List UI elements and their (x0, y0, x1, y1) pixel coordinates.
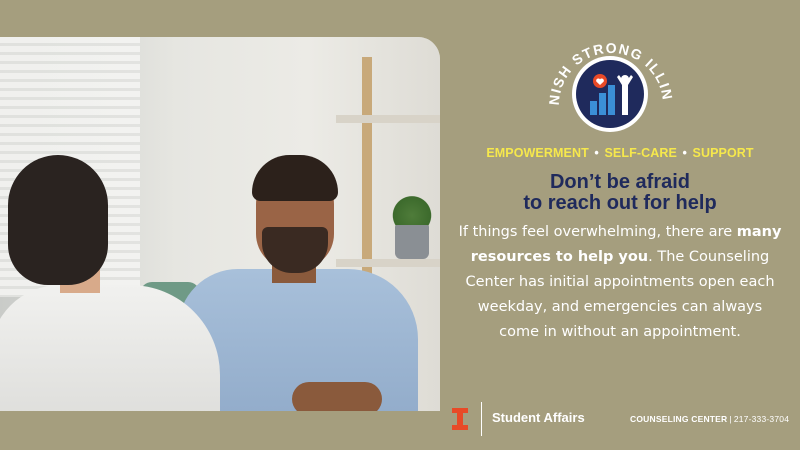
tagline-dot: • (594, 146, 599, 160)
tagline-self-care: SELF-CARE (604, 146, 677, 160)
footer-counseling-contact: COUNSELING CENTER | 217-333-3704 (630, 414, 790, 424)
campaign-logo-icon: #FINISH STRONG ILLINOIS (545, 27, 675, 132)
headline: Don’t be afraid to reach out for help (440, 172, 800, 214)
tagline: EMPOWERMENT • SELF-CARE • SUPPORT (440, 146, 800, 160)
body-text: If things feel overwhelming, there are m… (458, 224, 782, 340)
tagline-support: SUPPORT (692, 146, 754, 160)
counseling-photo (0, 37, 440, 411)
headline-line-2: to reach out for help (523, 192, 717, 214)
illinois-i-icon (452, 408, 468, 430)
tagline-dot: • (682, 146, 687, 160)
footer-dept: COUNSELING CENTER (630, 414, 728, 424)
footer-student-affairs: Student Affairs (492, 410, 585, 425)
tagline-empowerment: EMPOWERMENT (486, 146, 589, 160)
plant (388, 195, 436, 229)
heart-icon (593, 74, 607, 88)
footer-divider (481, 402, 482, 436)
footer-phone: 217-333-3704 (733, 414, 790, 424)
headline-line-1: Don’t be afraid (549, 171, 690, 193)
